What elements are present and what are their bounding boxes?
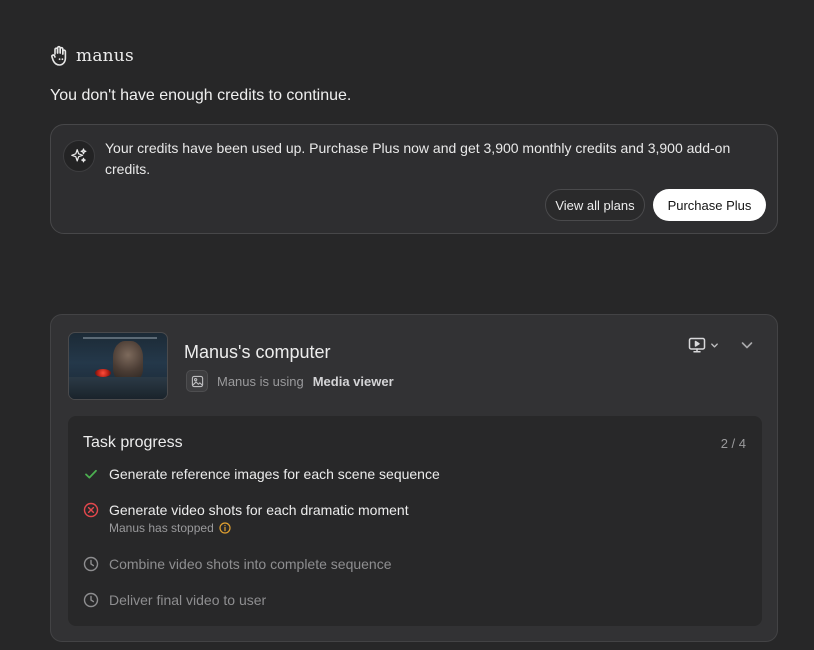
- tool-status-prefix: Manus is using: [217, 373, 304, 389]
- chevron-down-small-icon: [711, 342, 718, 348]
- sparkle-badge: [63, 140, 95, 172]
- thumbnail-red-light: [95, 369, 111, 377]
- brand-name: manus: [76, 46, 134, 66]
- task-label: Generate reference images for each scene…: [109, 466, 440, 482]
- tool-name: Media viewer: [312, 373, 394, 389]
- manus-hand-icon: [51, 45, 67, 66]
- task-progress-count: 2 / 4: [720, 436, 746, 451]
- collapse-button[interactable]: [739, 337, 755, 358]
- check-icon: [85, 469, 97, 479]
- computer-card: Manus's computer Manus is using Media vi…: [50, 314, 778, 642]
- clock-icon: [83, 556, 99, 572]
- credits-message: You don't have enough credits to continu…: [50, 87, 352, 104]
- sparkle-icon: [71, 148, 87, 163]
- error-circle-icon: [83, 502, 99, 518]
- purchase-plus-button[interactable]: Purchase Plus: [653, 189, 766, 221]
- computer-title: Manus's computer: [184, 342, 331, 362]
- media-viewer-icon: [186, 370, 208, 392]
- task-label: Deliver final video to user: [109, 592, 267, 608]
- tool-status: Manus is using Media viewer: [186, 370, 394, 392]
- thumbnail-desk: [69, 377, 167, 399]
- credits-card: Your credits have been used up. Purchase…: [50, 124, 778, 234]
- task-label: Generate video shots for each dramatic m…: [109, 502, 409, 518]
- task-label: Combine video shots into complete sequen…: [109, 556, 392, 572]
- screen-view-button[interactable]: [687, 335, 719, 355]
- task-progress-title: Task progress: [83, 434, 183, 451]
- thumbnail-figure: [113, 341, 143, 381]
- screen-play-icon: [688, 337, 706, 353]
- task-stopped-text: Manus has stopped: [109, 521, 214, 535]
- task-item: Generate video shots for each dramatic m…: [83, 501, 409, 535]
- chevron-down-icon: [741, 342, 753, 349]
- task-stopped-note: Manus has stopped: [109, 521, 409, 535]
- view-all-plans-button[interactable]: View all plans: [545, 189, 645, 221]
- task-item: Generate reference images for each scene…: [83, 465, 440, 483]
- brand-logo: manus: [50, 45, 134, 67]
- task-item: Deliver final video to user: [83, 591, 266, 609]
- task-item: Combine video shots into complete sequen…: [83, 555, 392, 573]
- clock-icon: [83, 592, 99, 608]
- task-progress-panel: Task progress 2 / 4 Generate reference i…: [68, 416, 762, 626]
- computer-preview-thumbnail[interactable]: [68, 332, 168, 400]
- credits-description: Your credits have been used up. Purchase…: [105, 140, 731, 177]
- thumbnail-caption-strip: [83, 337, 157, 339]
- info-icon[interactable]: [219, 522, 231, 534]
